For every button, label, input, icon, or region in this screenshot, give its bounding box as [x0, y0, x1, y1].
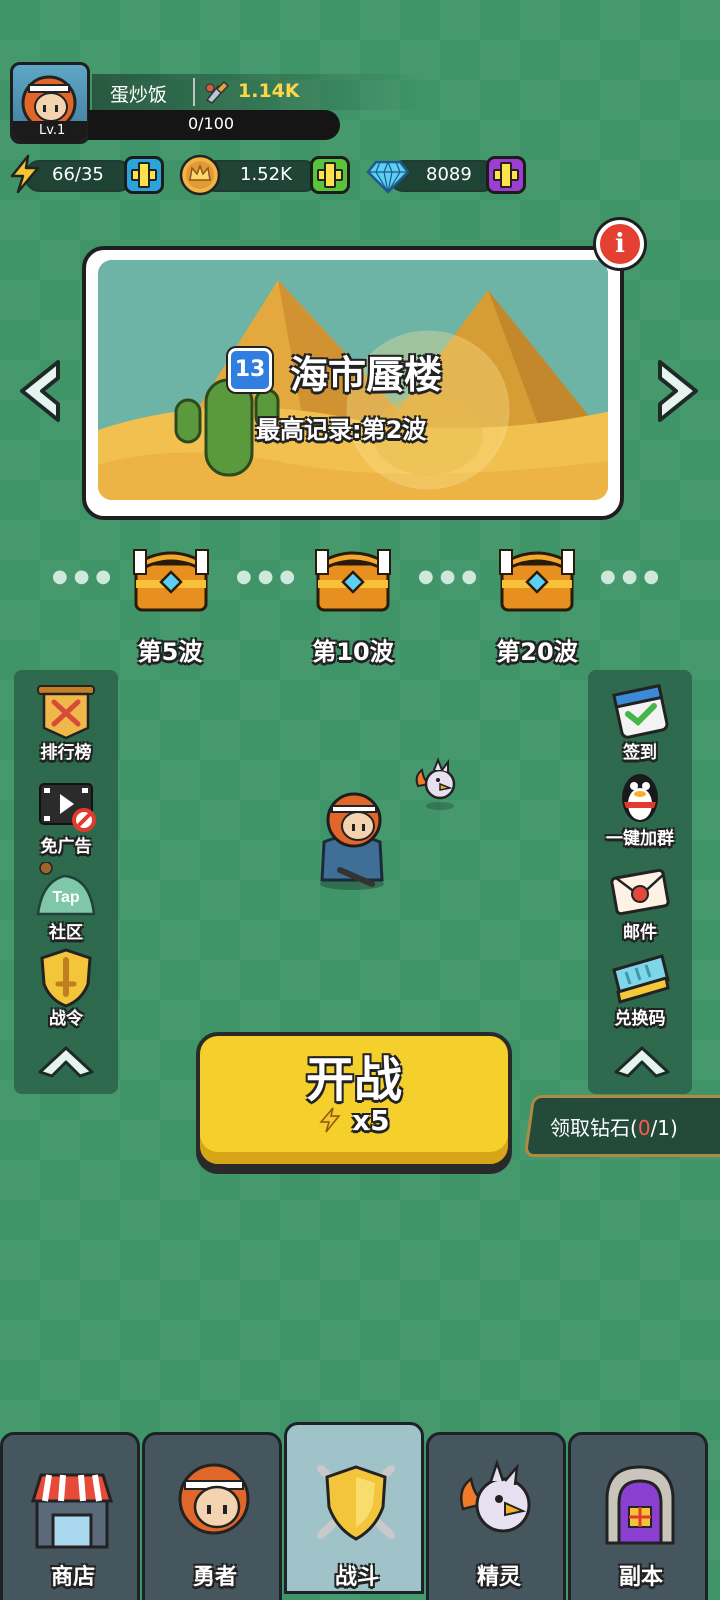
gem-resource: 8089	[366, 156, 528, 194]
battle-pass-label: 战令	[49, 1009, 83, 1029]
stage-title: 海市蜃楼	[290, 353, 443, 397]
collapse-left-menu-icon[interactable]	[36, 1044, 96, 1078]
mail-envelope-icon	[610, 868, 670, 916]
shield-sword-icon	[40, 948, 92, 1008]
spirit-pet-icon	[460, 1459, 531, 1533]
wave-label: 第20波	[496, 638, 578, 666]
no-ads-button[interactable]: 免广告	[14, 776, 118, 857]
join-group-label: 一键加群	[606, 829, 674, 849]
combat-power-value: 1.14K	[238, 80, 300, 102]
join-group-button[interactable]: 一键加群	[588, 768, 692, 849]
tab-spirit-label: 精灵	[476, 1565, 521, 1590]
tap-logo-text: Tap	[52, 889, 79, 906]
tab-dungeon[interactable]: 副本	[568, 1432, 708, 1600]
wave-progress-dots: ●●●	[600, 566, 666, 587]
tab-battle-label: 战斗	[334, 1565, 379, 1590]
next-stage-arrow-icon[interactable]	[652, 356, 704, 426]
energy-cost-value: x5	[352, 1104, 390, 1137]
mail-button[interactable]: 邮件	[588, 862, 692, 943]
redeem-code-label: 兑换码	[614, 1009, 666, 1029]
add-energy-button[interactable]	[124, 156, 164, 194]
leaderboard-banner-icon	[37, 685, 95, 740]
prev-stage-arrow-icon[interactable]	[14, 356, 66, 426]
pet-companion-icon	[415, 757, 456, 810]
no-ads-label: 免广告	[40, 837, 92, 857]
add-coin-button[interactable]	[310, 156, 350, 194]
tab-shop[interactable]: 商店	[0, 1432, 140, 1600]
stage-info-button[interactable]: i	[596, 220, 644, 268]
tab-dungeon-label: 副本	[618, 1565, 663, 1590]
community-label: 社区	[49, 923, 83, 943]
tab-battle[interactable]: 战斗	[284, 1422, 424, 1594]
diamond-icon	[366, 160, 410, 194]
wave-progress-dots: ●●●	[418, 566, 484, 587]
mail-label: 邮件	[623, 923, 657, 943]
film-ad-icon	[39, 783, 96, 832]
start-battle-cost: x5	[196, 1104, 512, 1137]
coin-value: 1.52K	[240, 164, 292, 185]
claim-diamond-label: 领取钻石(0/1)	[550, 1116, 678, 1140]
crown-coin-icon	[179, 154, 221, 196]
ticket-icon	[612, 954, 670, 1004]
tab-shop-label: 商店	[50, 1565, 95, 1590]
redeem-code-button[interactable]: 兑换码	[588, 948, 692, 1029]
collapse-right-menu-icon[interactable]	[612, 1044, 672, 1078]
player-avatar[interactable]: Lv.1	[10, 62, 90, 144]
player-name: 蛋炒饭	[110, 84, 168, 106]
energy-value: 66/35	[52, 164, 104, 185]
community-button[interactable]: Tap 社区	[14, 861, 118, 943]
tab-hero-label: 勇者	[192, 1565, 237, 1590]
wave-progress-dots: ●●●	[52, 566, 118, 587]
dungeon-gate-icon	[605, 1465, 675, 1545]
wave-label: 第10波	[312, 638, 394, 666]
wave-5-chest-icon[interactable]	[132, 544, 210, 616]
wave-progress-dots: ●●●	[236, 566, 302, 587]
checkin-label: 签到	[623, 743, 657, 763]
header-divider	[193, 78, 195, 106]
rank-button[interactable]: 排行榜	[14, 682, 118, 763]
coin-resource: 1.52K	[178, 154, 352, 196]
gem-value: 8089	[426, 164, 472, 185]
energy-bolt-icon	[10, 154, 40, 194]
energy-resource: 66/35	[8, 154, 164, 194]
battle-shield-icon	[317, 1465, 395, 1541]
rank-label: 排行榜	[40, 743, 92, 763]
stage-number-badge: 13	[228, 348, 272, 392]
battle-pass-button[interactable]: 战令	[14, 948, 118, 1029]
add-gem-button[interactable]	[486, 156, 526, 194]
energy-cost-icon	[319, 1107, 341, 1133]
player-level: Lv.1	[13, 121, 87, 141]
tab-spirit[interactable]: 精灵	[426, 1432, 566, 1600]
checkin-button[interactable]: 签到	[588, 682, 692, 763]
calendar-check-icon	[612, 683, 669, 739]
stage-best-record: 最高记录:第2波	[256, 416, 427, 444]
qq-penguin-icon	[622, 774, 658, 822]
tab-hero[interactable]: 勇者	[142, 1432, 282, 1600]
combat-power-icon	[205, 80, 230, 104]
shop-icon	[30, 1473, 114, 1549]
hero-character-icon	[320, 792, 384, 890]
exp-text: 0/100	[187, 114, 235, 133]
hero-tab-icon	[178, 1463, 250, 1535]
tap-community-icon: Tap	[36, 861, 96, 916]
claim-diamond-count: 0	[637, 1116, 651, 1140]
start-battle-label: 开战	[305, 1052, 402, 1108]
wave-label: 第5波	[137, 638, 203, 666]
wave-20-chest-icon[interactable]	[498, 544, 576, 616]
wave-10-chest-icon[interactable]	[314, 544, 392, 616]
